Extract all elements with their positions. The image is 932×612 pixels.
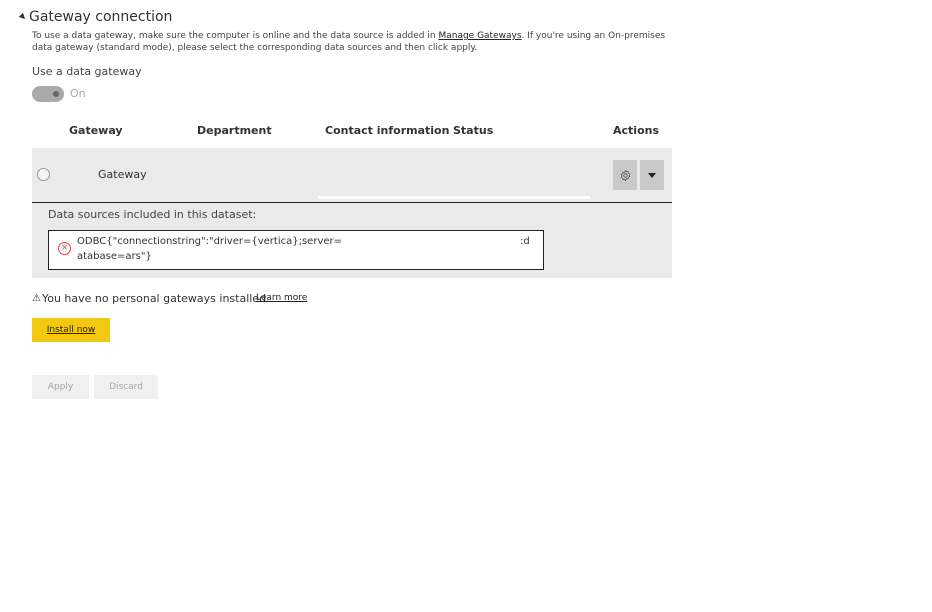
data-source-connection-tail: :d xyxy=(520,236,530,247)
gear-icon xyxy=(620,169,630,181)
header-department: Department xyxy=(197,124,272,137)
header-gateway: Gateway xyxy=(69,124,123,137)
header-contact-information: Contact information xyxy=(325,124,450,137)
status-bar xyxy=(318,196,590,199)
use-gateway-toggle[interactable] xyxy=(32,86,64,102)
gateway-radio[interactable] xyxy=(37,168,50,181)
toggle-state-text: On xyxy=(70,87,86,100)
manage-gateways-link[interactable]: Manage Gateways xyxy=(438,31,521,41)
gateway-settings-button[interactable] xyxy=(613,160,637,190)
gateway-menu-button[interactable] xyxy=(640,160,664,190)
collapse-triangle-icon[interactable] xyxy=(18,12,28,22)
install-now-button[interactable]: Install now xyxy=(32,318,110,342)
caret-down-icon xyxy=(648,172,656,178)
warning-text: You have no personal gateways installed. xyxy=(41,292,270,305)
discard-button[interactable]: Discard xyxy=(94,375,158,399)
header-status: Status xyxy=(453,124,494,137)
section-title[interactable]: Gateway connection xyxy=(18,9,173,25)
section-description: To use a data gateway, make sure the com… xyxy=(32,31,666,53)
use-gateway-label: Use a data gateway xyxy=(32,65,142,78)
data-source-connection-text: ODBC{"connectionstring":"driver={vertica… xyxy=(77,236,343,247)
error-icon: × xyxy=(58,242,71,255)
data-sources-label: Data sources included in this dataset: xyxy=(48,208,257,221)
data-source-connection-text-2: atabase=ars"} xyxy=(77,251,152,262)
warning-icon: ⚠ xyxy=(32,293,41,304)
gateway-name: Gateway xyxy=(98,168,147,181)
personal-gateway-warning: ⚠ You have no personal gateways installe… xyxy=(32,292,270,305)
toggle-knob xyxy=(53,91,59,97)
header-actions: Actions xyxy=(613,124,659,137)
apply-button[interactable]: Apply xyxy=(32,375,89,399)
learn-more-link[interactable]: Learn more xyxy=(256,293,307,303)
section-title-text: Gateway connection xyxy=(29,9,173,25)
